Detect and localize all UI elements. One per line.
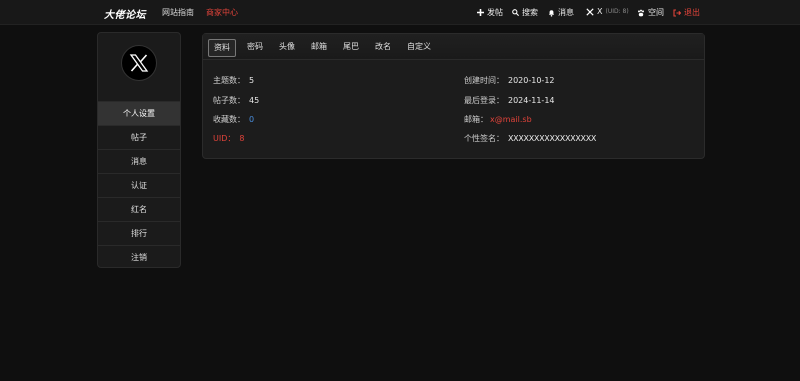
tab-password[interactable]: 密码 xyxy=(242,39,268,57)
last-login: 最后登录： 2024-11-14 xyxy=(464,95,555,106)
lastlogin-label: 最后登录： xyxy=(464,96,504,105)
tab-profile[interactable]: 资料 xyxy=(208,39,236,57)
user-sidebar: X 个人设置 帖子 消息 认证 红名 排行 注销 xyxy=(97,32,181,268)
tab-custom[interactable]: 自定义 xyxy=(402,39,436,57)
created-label: 创建时间： xyxy=(464,76,504,85)
signature-label: 个性签名： xyxy=(464,134,504,143)
tab-rename[interactable]: 改名 xyxy=(370,39,396,57)
space-label: 空间 xyxy=(648,8,664,17)
created-time: 创建时间： 2020-10-12 xyxy=(464,75,555,86)
profile-tabs: 资料 密码 头像 邮箱 尾巴 改名 自定义 xyxy=(203,34,704,60)
plus-icon xyxy=(477,9,484,16)
nav-merchant-center[interactable]: 商家中心 xyxy=(206,7,238,18)
sidebar-item-red-name[interactable]: 红名 xyxy=(98,197,180,221)
posts-value: 45 xyxy=(249,96,260,105)
signature-value: XXXXXXXXXXXXXXXXX xyxy=(508,134,597,143)
logout-label: 退出 xyxy=(684,8,700,17)
x-logo-icon xyxy=(586,7,594,16)
sidebar-item-posts[interactable]: 帖子 xyxy=(98,125,180,149)
posts-label: 帖子数： xyxy=(213,96,245,105)
top-navbar: 大佬论坛 网站指南 商家中心 发帖 搜索 消息 X (UID: 8) 空间 退出 xyxy=(0,0,800,25)
paw-icon xyxy=(638,9,644,16)
nav-site-guide[interactable]: 网站指南 xyxy=(162,7,194,18)
signature-info: 个性签名： XXXXXXXXXXXXXXXXX xyxy=(464,133,596,144)
email-info: 邮箱： x@mail.sb xyxy=(464,114,532,125)
email-label: 邮箱： xyxy=(464,115,488,124)
search-button[interactable]: 搜索 xyxy=(512,7,538,18)
favorites-count: 收藏数： 0 xyxy=(213,114,254,125)
site-logo[interactable]: 大佬论坛 xyxy=(104,6,146,21)
profile-panel: 资料 密码 头像 邮箱 尾巴 改名 自定义 主题数： 5 帖子数： 45 收藏数： 0… xyxy=(202,33,705,159)
user-name: X xyxy=(597,7,603,16)
messages-label: 消息 xyxy=(558,8,574,17)
uid-info: UID： 8 xyxy=(213,133,244,144)
topics-count: 主题数： 5 xyxy=(213,75,254,86)
tab-email[interactable]: 邮箱 xyxy=(306,39,332,57)
sidebar-item-messages[interactable]: 消息 xyxy=(98,149,180,173)
uid-value: 8 xyxy=(239,134,245,143)
topics-label: 主题数： xyxy=(213,76,245,85)
logout-button[interactable]: 退出 xyxy=(673,7,700,18)
sidebar-item-personal-settings[interactable]: 个人设置 xyxy=(98,101,180,125)
lastlogin-value: 2024-11-14 xyxy=(508,96,555,105)
space-button[interactable]: 空间 xyxy=(637,7,664,18)
search-label: 搜索 xyxy=(522,8,538,17)
user-uid: (UID: 8) xyxy=(605,8,629,15)
x-logo-icon xyxy=(129,54,149,72)
sidebar-item-ranking[interactable]: 排行 xyxy=(98,221,180,245)
logout-icon xyxy=(673,8,681,17)
avatar[interactable] xyxy=(121,45,157,81)
user-menu[interactable]: X (UID: 8) xyxy=(586,7,629,16)
created-value: 2020-10-12 xyxy=(508,76,555,85)
sidebar-menu: 个人设置 帖子 消息 认证 红名 排行 注销 xyxy=(98,101,180,269)
new-post-label: 发帖 xyxy=(487,8,503,17)
uid-label: UID： xyxy=(213,134,236,143)
bell-icon xyxy=(548,9,555,17)
email-value[interactable]: x@mail.sb xyxy=(490,115,532,124)
topics-value: 5 xyxy=(249,76,255,85)
favorites-value[interactable]: 0 xyxy=(249,115,254,124)
favorites-label: 收藏数： xyxy=(213,115,245,124)
sidebar-item-logout[interactable]: 注销 xyxy=(98,245,180,269)
new-post-button[interactable]: 发帖 xyxy=(477,7,503,18)
tab-avatar[interactable]: 头像 xyxy=(274,39,300,57)
search-icon xyxy=(512,9,519,16)
posts-count: 帖子数： 45 xyxy=(213,95,259,106)
sidebar-item-verification[interactable]: 认证 xyxy=(98,173,180,197)
messages-button[interactable]: 消息 xyxy=(548,7,574,18)
tab-signature-tail[interactable]: 尾巴 xyxy=(338,39,364,57)
